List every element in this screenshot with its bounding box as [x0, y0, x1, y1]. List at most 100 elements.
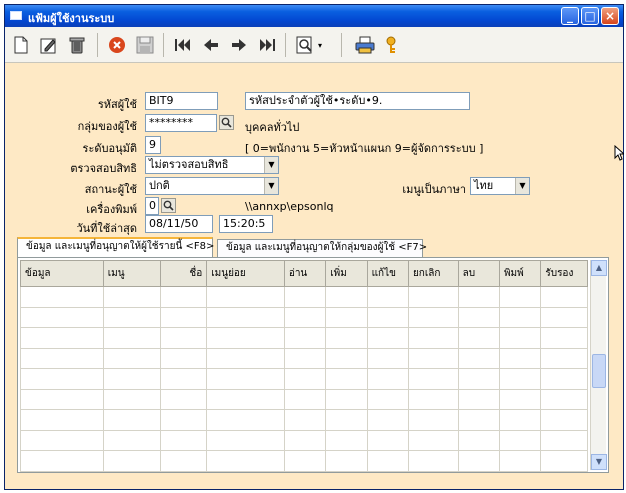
table-cell[interactable]	[283, 347, 327, 369]
table-cell[interactable]	[407, 327, 459, 349]
table-cell[interactable]	[206, 286, 285, 308]
table-cell[interactable]	[206, 388, 285, 410]
table-cell[interactable]	[325, 429, 368, 451]
table-row[interactable]	[20, 450, 588, 472]
group-lookup-button[interactable]	[219, 115, 234, 130]
table-cell[interactable]	[366, 450, 409, 472]
table-cell[interactable]	[498, 409, 542, 431]
table-cell[interactable]	[540, 388, 588, 410]
last-used-time-input[interactable]: 15:20:5	[219, 215, 273, 233]
next-record-button[interactable]	[229, 35, 249, 55]
table-cell[interactable]	[540, 409, 588, 431]
table-cell[interactable]	[366, 429, 409, 451]
table-cell[interactable]	[457, 409, 500, 431]
table-cell[interactable]	[407, 450, 459, 472]
table-cell[interactable]	[457, 347, 500, 369]
table-cell[interactable]	[457, 306, 500, 328]
minimize-button[interactable]: _	[561, 7, 579, 25]
table-cell[interactable]	[540, 286, 588, 308]
table-cell[interactable]	[540, 306, 588, 328]
column-header-approve[interactable]: รับรอง	[540, 260, 588, 287]
table-cell[interactable]	[540, 368, 588, 390]
table-cell[interactable]	[498, 347, 542, 369]
table-cell[interactable]	[102, 327, 161, 349]
table-cell[interactable]	[20, 306, 104, 328]
table-cell[interactable]	[283, 429, 327, 451]
table-row[interactable]	[20, 429, 588, 451]
first-record-button[interactable]	[173, 35, 193, 55]
user-group-input[interactable]: ********	[145, 114, 217, 132]
column-header-name[interactable]: ชื่อ	[159, 260, 208, 287]
table-cell[interactable]	[102, 306, 161, 328]
table-cell[interactable]	[366, 327, 409, 349]
table-row[interactable]	[20, 409, 588, 431]
table-vertical-scrollbar[interactable]: ▲ ▼	[590, 260, 607, 470]
printer-lookup-button[interactable]	[161, 198, 176, 213]
table-cell[interactable]	[540, 429, 588, 451]
table-cell[interactable]	[325, 347, 368, 369]
table-cell[interactable]	[102, 450, 161, 472]
table-cell[interactable]	[366, 347, 409, 369]
maximize-button[interactable]: □	[581, 7, 599, 25]
column-header-submenu[interactable]: เมนูย่อย	[206, 260, 285, 287]
approval-level-input[interactable]: 9	[145, 136, 161, 154]
new-button[interactable]	[11, 35, 31, 55]
column-header-menu[interactable]: เมนู	[102, 260, 161, 287]
table-cell[interactable]	[498, 286, 542, 308]
table-cell[interactable]	[457, 450, 500, 472]
table-cell[interactable]	[102, 368, 161, 390]
table-cell[interactable]	[206, 368, 285, 390]
table-cell[interactable]	[325, 450, 368, 472]
column-header-data[interactable]: ข้อมูล	[20, 260, 104, 287]
delete-button[interactable]	[67, 35, 87, 55]
table-cell[interactable]	[20, 286, 104, 308]
table-row[interactable]	[20, 286, 588, 308]
scroll-up-button[interactable]: ▲	[591, 260, 607, 276]
table-cell[interactable]	[540, 450, 588, 472]
table-cell[interactable]	[457, 429, 500, 451]
search-button[interactable]	[295, 35, 315, 55]
table-cell[interactable]	[407, 286, 459, 308]
table-cell[interactable]	[206, 409, 285, 431]
table-cell[interactable]	[498, 327, 542, 349]
table-cell[interactable]	[159, 368, 208, 390]
table-cell[interactable]	[206, 450, 285, 472]
cancel-button[interactable]	[107, 35, 127, 55]
table-cell[interactable]	[20, 327, 104, 349]
table-cell[interactable]	[498, 429, 542, 451]
table-cell[interactable]	[102, 286, 161, 308]
table-cell[interactable]	[283, 388, 327, 410]
table-cell[interactable]	[20, 409, 104, 431]
table-cell[interactable]	[325, 388, 368, 410]
table-cell[interactable]	[20, 450, 104, 472]
last-used-date-input[interactable]: 08/11/50	[145, 215, 213, 233]
table-cell[interactable]	[366, 368, 409, 390]
table-cell[interactable]	[366, 306, 409, 328]
user-status-select[interactable]: ปกติ ▼	[145, 177, 279, 195]
table-cell[interactable]	[407, 368, 459, 390]
table-cell[interactable]	[498, 306, 542, 328]
table-cell[interactable]	[159, 450, 208, 472]
table-cell[interactable]	[159, 429, 208, 451]
scroll-thumb[interactable]	[592, 354, 606, 388]
title-bar[interactable]: แฟ้มผู้ใช้งานระบบ _ □ ×	[5, 5, 623, 27]
print-button[interactable]	[355, 35, 375, 55]
column-header-add[interactable]: เพิ่ม	[325, 260, 368, 287]
table-cell[interactable]	[498, 388, 542, 410]
table-cell[interactable]	[283, 306, 327, 328]
user-description-input[interactable]: รหัสประจำตัวผู้ใช้•ระดับ•9.	[245, 92, 470, 110]
table-row[interactable]	[20, 306, 588, 328]
table-cell[interactable]	[159, 327, 208, 349]
table-cell[interactable]	[457, 368, 500, 390]
table-cell[interactable]	[366, 388, 409, 410]
table-cell[interactable]	[102, 347, 161, 369]
table-cell[interactable]	[407, 306, 459, 328]
table-cell[interactable]	[20, 429, 104, 451]
table-cell[interactable]	[206, 306, 285, 328]
table-cell[interactable]	[20, 368, 104, 390]
table-cell[interactable]	[457, 388, 500, 410]
table-cell[interactable]	[159, 306, 208, 328]
table-cell[interactable]	[325, 306, 368, 328]
table-row[interactable]	[20, 347, 588, 369]
table-cell[interactable]	[540, 347, 588, 369]
